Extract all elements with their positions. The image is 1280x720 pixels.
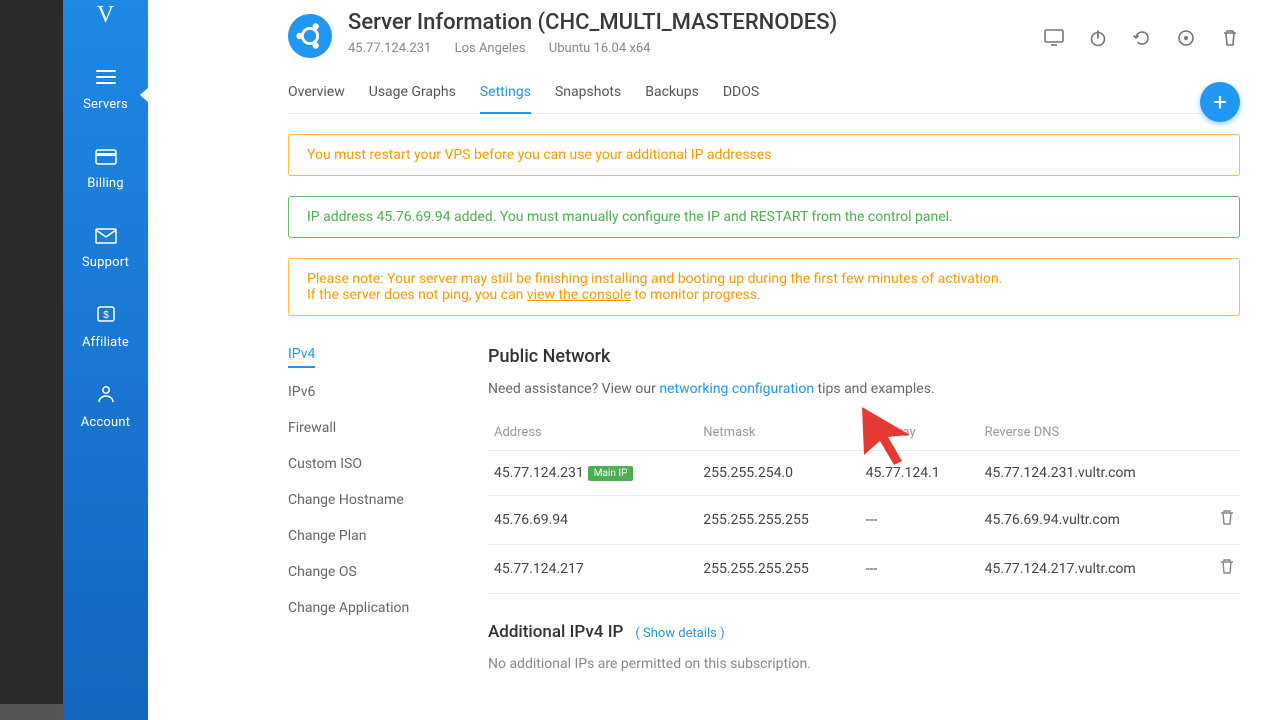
tab-ddos[interactable]: DDOS	[723, 76, 759, 113]
ip-table: Address Netmask Gateway Reverse DNS 45.7…	[488, 415, 1240, 594]
add-server-button[interactable]: +	[1200, 82, 1240, 122]
subnav-change-plan[interactable]: Change Plan	[288, 528, 428, 548]
trash-icon	[1220, 559, 1234, 575]
cell-gateway: ---	[860, 496, 979, 545]
sidebar: V Servers Billing Support	[63, 0, 148, 720]
table-row: 45.77.124.231Main IP255.255.254.045.77.1…	[488, 451, 1240, 496]
main-content: Server Information (CHC_MULTI_MASTERNODE…	[148, 0, 1280, 720]
server-meta: 45.77.124.231 Los Angeles Ubuntu 16.04 x…	[348, 41, 837, 56]
envelope-icon	[95, 225, 117, 249]
delete-ip-button[interactable]	[1204, 545, 1240, 594]
cell-address: 45.77.124.217	[488, 545, 697, 594]
no-additional-text: No additional IPs are permitted on this …	[488, 656, 1240, 672]
cell-netmask: 255.255.255.255	[697, 545, 859, 594]
sidebar-item-label: Affiliate	[82, 335, 129, 350]
col-rdns: Reverse DNS	[979, 415, 1204, 451]
destroy-icon[interactable]	[1220, 28, 1240, 48]
subnav-ipv4[interactable]: IPv4	[288, 346, 315, 368]
logo[interactable]: V	[97, 2, 114, 29]
sidebar-item-servers[interactable]: Servers	[63, 59, 148, 120]
sidebar-item-label: Servers	[83, 97, 128, 112]
sidebar-item-account[interactable]: Account	[63, 376, 148, 438]
meta-os: Ubuntu 16.04 x64	[549, 41, 651, 56]
tab-snapshots[interactable]: Snapshots	[555, 76, 621, 113]
subnav-change-os[interactable]: Change OS	[288, 564, 428, 584]
table-row: 45.76.69.94255.255.255.255---45.76.69.94…	[488, 496, 1240, 545]
ip-added-alert: IP address 45.76.69.94 added. You must m…	[288, 196, 1240, 238]
server-list-icon	[95, 67, 117, 91]
sidebar-item-label: Billing	[87, 176, 124, 191]
sidebar-item-billing[interactable]: Billing	[63, 138, 148, 199]
public-network-heading: Public Network	[488, 346, 1240, 367]
col-netmask: Netmask	[697, 415, 859, 451]
browser-chrome-strip	[0, 0, 63, 720]
alert-text-line2a: If the server does not ping, you can	[307, 287, 527, 303]
settings-subnav: IPv4 IPv6 Firewall Custom ISO Change Hos…	[288, 346, 428, 672]
taskbar-strip	[0, 704, 63, 720]
trash-icon	[1220, 510, 1234, 526]
sidebar-item-label: Support	[82, 255, 129, 270]
svg-text:$: $	[103, 310, 109, 321]
cell-rdns[interactable]: 45.77.124.217.vultr.com	[979, 545, 1204, 594]
delete-ip-button[interactable]	[1204, 496, 1240, 545]
cell-rdns[interactable]: 45.76.69.94.vultr.com	[979, 496, 1204, 545]
dollar-icon: $	[96, 304, 116, 329]
assist-prefix: Need assistance? View our	[488, 381, 659, 397]
reinstall-icon[interactable]	[1176, 28, 1196, 48]
server-tabs: Overview Usage Graphs Settings Snapshots…	[288, 76, 1240, 114]
sidebar-item-support[interactable]: Support	[63, 217, 148, 278]
subnav-custom-iso[interactable]: Custom ISO	[288, 456, 428, 476]
meta-ip: 45.77.124.231	[348, 41, 431, 56]
restart-alert: You must restart your VPS before you can…	[288, 134, 1240, 176]
delete-ip-button	[1204, 451, 1240, 496]
cell-netmask: 255.255.254.0	[697, 451, 859, 496]
additional-ipv4-heading: Additional IPv4 IP	[488, 622, 623, 642]
show-details-link[interactable]: ( Show details )	[635, 626, 724, 641]
view-console-link[interactable]: view the console	[527, 287, 631, 303]
alert-text-line2b: to monitor progress.	[631, 287, 761, 303]
col-gateway: Gateway	[860, 415, 979, 451]
alert-text: IP address 45.76.69.94 added. You must m…	[307, 209, 953, 225]
restart-icon[interactable]	[1132, 28, 1152, 48]
sidebar-item-affiliate[interactable]: $ Affiliate	[63, 296, 148, 358]
cell-netmask: 255.255.255.255	[697, 496, 859, 545]
tab-backups[interactable]: Backups	[645, 76, 699, 113]
cell-address: 45.77.124.231Main IP	[488, 451, 697, 496]
ubuntu-logo-icon	[288, 14, 332, 58]
page-title: Server Information (CHC_MULTI_MASTERNODE…	[348, 10, 837, 35]
install-note-alert: Please note: Your server may still be fi…	[288, 258, 1240, 316]
credit-card-icon	[95, 146, 117, 170]
table-row: 45.77.124.217255.255.255.255---45.77.124…	[488, 545, 1240, 594]
cell-rdns[interactable]: 45.77.124.231.vultr.com	[979, 451, 1204, 496]
person-icon	[96, 384, 116, 409]
subnav-ipv6[interactable]: IPv6	[288, 384, 428, 404]
alert-text: You must restart your VPS before you can…	[307, 147, 771, 163]
assist-suffix: tips and examples.	[814, 381, 935, 397]
networking-config-link[interactable]: networking configuration	[659, 381, 814, 397]
assist-text: Need assistance? View our networking con…	[488, 381, 1240, 397]
alert-text-line1: Please note: Your server may still be fi…	[307, 271, 1002, 287]
tab-settings[interactable]: Settings	[480, 76, 531, 114]
cell-gateway: 45.77.124.1	[860, 451, 979, 496]
console-icon[interactable]	[1044, 28, 1064, 48]
tab-usage-graphs[interactable]: Usage Graphs	[369, 76, 456, 113]
cell-address: 45.76.69.94	[488, 496, 697, 545]
meta-location: Los Angeles	[455, 41, 526, 56]
subnav-change-application[interactable]: Change Application	[288, 600, 428, 620]
col-address: Address	[488, 415, 697, 451]
sidebar-item-label: Account	[81, 415, 131, 430]
subnav-firewall[interactable]: Firewall	[288, 420, 428, 440]
tab-overview[interactable]: Overview	[288, 76, 345, 113]
main-ip-badge: Main IP	[588, 466, 634, 481]
subnav-change-hostname[interactable]: Change Hostname	[288, 492, 428, 512]
power-icon[interactable]	[1088, 28, 1108, 48]
cell-gateway: ---	[860, 545, 979, 594]
